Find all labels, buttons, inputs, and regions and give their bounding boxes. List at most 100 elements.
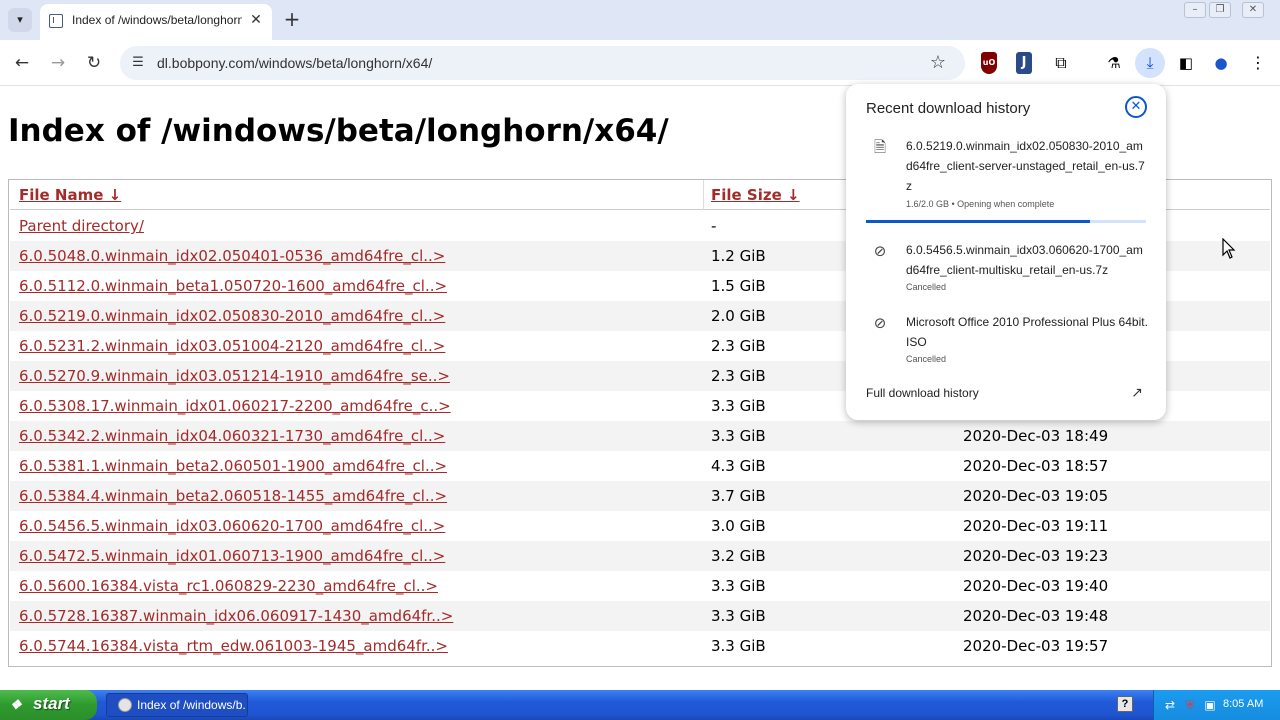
parent-size: - (711, 217, 717, 235)
column-divider (703, 180, 704, 210)
tab-title: Index of /windows/beta/longhorn/x64/ (72, 13, 242, 27)
network-icon[interactable]: ⇄ (1162, 697, 1178, 713)
file-date: 2020-Dec-03 18:57 (963, 457, 1109, 475)
extensions-puzzle-icon[interactable]: ⧉ (1050, 52, 1072, 74)
sort-by-size-link[interactable]: File Size ↓ (711, 186, 800, 204)
profile-avatar-icon[interactable]: ● (1210, 52, 1232, 74)
file-icon: 🗎 (873, 138, 887, 156)
table-row: 6.0.5342.2.winmain_idx04.060321-1730_amd… (10, 421, 1270, 451)
tab-strip: ▾ Index of /windows/beta/longhorn/x64/ ✕… (0, 0, 1280, 40)
bookmark-star-icon[interactable]: ☆ (927, 52, 949, 74)
ublock-extension-icon[interactable]: uO (981, 52, 997, 74)
file-size: 3.3 GiB (711, 637, 766, 655)
side-panel-icon[interactable]: ◧ (1175, 52, 1197, 74)
address-bar[interactable]: ☰ dl.bobpony.com/windows/beta/longhorn/x… (120, 46, 965, 80)
page-title: Index of /windows/beta/longhorn/x64/ (8, 113, 669, 149)
minimize-button[interactable]: – (1184, 2, 1206, 18)
file-size: 3.0 GiB (711, 517, 766, 535)
browser-menu-icon[interactable]: ⋮ (1247, 52, 1269, 74)
file-date: 2020-Dec-03 19:48 (963, 607, 1109, 625)
back-button[interactable]: ← (10, 51, 34, 75)
file-size: 2.3 GiB (711, 367, 766, 385)
file-date: 2020-Dec-03 19:11 (963, 517, 1109, 535)
table-row: 6.0.5456.5.winmain_idx03.060620-1700_amd… (10, 511, 1270, 541)
new-tab-button[interactable]: + (282, 8, 302, 32)
page-favicon-icon (49, 14, 63, 28)
download-filename: 6.0.5456.5.winmain_idx03.060620-1700_amd… (906, 243, 1143, 277)
labs-flask-icon[interactable]: ⚗ (1103, 52, 1125, 74)
active-tab[interactable]: Index of /windows/beta/longhorn/x64/ ✕ (40, 4, 272, 40)
file-size: 3.3 GiB (711, 577, 766, 595)
tab-close-icon[interactable]: ✕ (247, 11, 265, 29)
download-progress-bar (866, 220, 1146, 223)
download-filename: Microsoft Office 2010 Professional Plus … (906, 315, 1148, 349)
taskbar-window-label: Index of /windows/b... (137, 698, 245, 712)
downloads-icon[interactable]: ⤓ (1135, 48, 1165, 78)
table-row: 6.0.5728.16387.winmain_idx06.060917-1430… (10, 601, 1270, 631)
windows-flag-icon: ❖ (10, 697, 22, 712)
file-size: 3.3 GiB (711, 427, 766, 445)
table-row: 6.0.5472.5.winmain_idx01.060713-1900_amd… (10, 541, 1270, 571)
start-button[interactable]: ❖ start (0, 690, 97, 720)
file-link[interactable]: 6.0.5384.4.winmain_beta2.060518-1455_amd… (19, 487, 447, 505)
site-info-icon[interactable]: ☰ (129, 54, 147, 72)
file-link[interactable]: 6.0.5381.1.winmain_beta2.060501-1900_amd… (19, 457, 447, 475)
file-link[interactable]: 6.0.5048.0.winmain_idx02.050401-0536_amd… (19, 247, 445, 265)
parent-directory-link[interactable]: Parent directory/ (19, 217, 144, 235)
file-link[interactable]: 6.0.5112.0.winmain_beta1.050720-1600_amd… (19, 277, 447, 295)
j-extension-icon[interactable]: J (1016, 52, 1032, 74)
file-size: 1.2 GiB (711, 247, 766, 265)
download-bubble-title: Recent download history (866, 100, 1031, 117)
file-link[interactable]: 6.0.5744.16384.vista_rtm_edw.061003-1945… (19, 637, 448, 655)
download-status: 1.6/2.0 GB • Opening when complete (906, 199, 1055, 209)
cancelled-download-icon: ⊘ (873, 242, 887, 260)
file-date: 2020-Dec-03 18:49 (963, 427, 1109, 445)
chrome-icon (118, 698, 132, 712)
mouse-cursor-icon (1222, 238, 1236, 259)
file-link[interactable]: 6.0.5308.17.winmain_idx01.060217-2200_am… (19, 397, 451, 415)
security-shield-icon[interactable]: ⛨ (1182, 697, 1198, 713)
display-icon[interactable]: ▣ (1202, 697, 1218, 713)
forward-button[interactable]: → (46, 51, 70, 75)
help-icon[interactable]: ? (1117, 696, 1133, 712)
close-window-button[interactable]: ✕ (1242, 2, 1264, 18)
browser-toolbar: ← → ↻ ☰ dl.bobpony.com/windows/beta/long… (0, 40, 1280, 86)
table-row: 6.0.5381.1.winmain_beta2.060501-1900_amd… (10, 451, 1270, 481)
table-row: 6.0.5744.16384.vista_rtm_edw.061003-1945… (10, 631, 1270, 661)
file-size: 4.3 GiB (711, 457, 766, 475)
file-link[interactable]: 6.0.5231.2.winmain_idx03.051004-2120_amd… (19, 337, 445, 355)
file-size: 2.3 GiB (711, 337, 766, 355)
file-link[interactable]: 6.0.5342.2.winmain_idx04.060321-1730_amd… (19, 427, 445, 445)
file-link[interactable]: 6.0.5472.5.winmain_idx01.060713-1900_amd… (19, 547, 445, 565)
file-date: 2020-Dec-03 19:23 (963, 547, 1109, 565)
file-size: 2.0 GiB (711, 307, 766, 325)
file-size: 1.5 GiB (711, 277, 766, 295)
file-link[interactable]: 6.0.5728.16387.winmain_idx06.060917-1430… (19, 607, 453, 625)
file-link[interactable]: 6.0.5270.9.winmain_idx03.051214-1910_amd… (19, 367, 450, 385)
file-size: 3.2 GiB (711, 547, 766, 565)
reload-button[interactable]: ↻ (82, 51, 106, 75)
restore-button[interactable]: ❐ (1209, 2, 1231, 18)
download-history-bubble: Recent download history ✕ 🗎 6.0.5219.0.w… (846, 84, 1166, 420)
file-size: 3.3 GiB (711, 397, 766, 415)
file-date: 2020-Dec-03 19:57 (963, 637, 1109, 655)
open-external-icon[interactable]: ↗ (1128, 384, 1146, 402)
file-date: 2020-Dec-03 19:05 (963, 487, 1109, 505)
file-link[interactable]: 6.0.5456.5.winmain_idx03.060620-1700_amd… (19, 517, 445, 535)
download-filename: 6.0.5219.0.winmain_idx02.050830-2010_amd… (906, 139, 1145, 193)
url-text[interactable]: dl.bobpony.com/windows/beta/longhorn/x64… (157, 55, 432, 71)
full-download-history-link[interactable]: Full download history (866, 386, 979, 400)
table-row: 6.0.5600.16384.vista_rc1.060829-2230_amd… (10, 571, 1270, 601)
start-label: start (33, 694, 70, 713)
system-tray: ⇄ ⛨ ▣ 8:05 AM (1153, 690, 1280, 720)
file-size: 3.3 GiB (711, 607, 766, 625)
sort-by-name-link[interactable]: File Name ↓ (19, 186, 121, 204)
file-link[interactable]: 6.0.5600.16384.vista_rc1.060829-2230_amd… (19, 577, 438, 595)
table-row: 6.0.5384.4.winmain_beta2.060518-1455_amd… (10, 481, 1270, 511)
download-status: Cancelled (906, 354, 947, 364)
tab-search-button[interactable]: ▾ (8, 8, 32, 32)
file-link[interactable]: 6.0.5219.0.winmain_idx02.050830-2010_amd… (19, 307, 445, 325)
close-bubble-icon[interactable]: ✕ (1125, 96, 1147, 118)
download-progress-fill (866, 220, 1090, 223)
taskbar-window-button[interactable]: Index of /windows/b... (106, 693, 248, 717)
